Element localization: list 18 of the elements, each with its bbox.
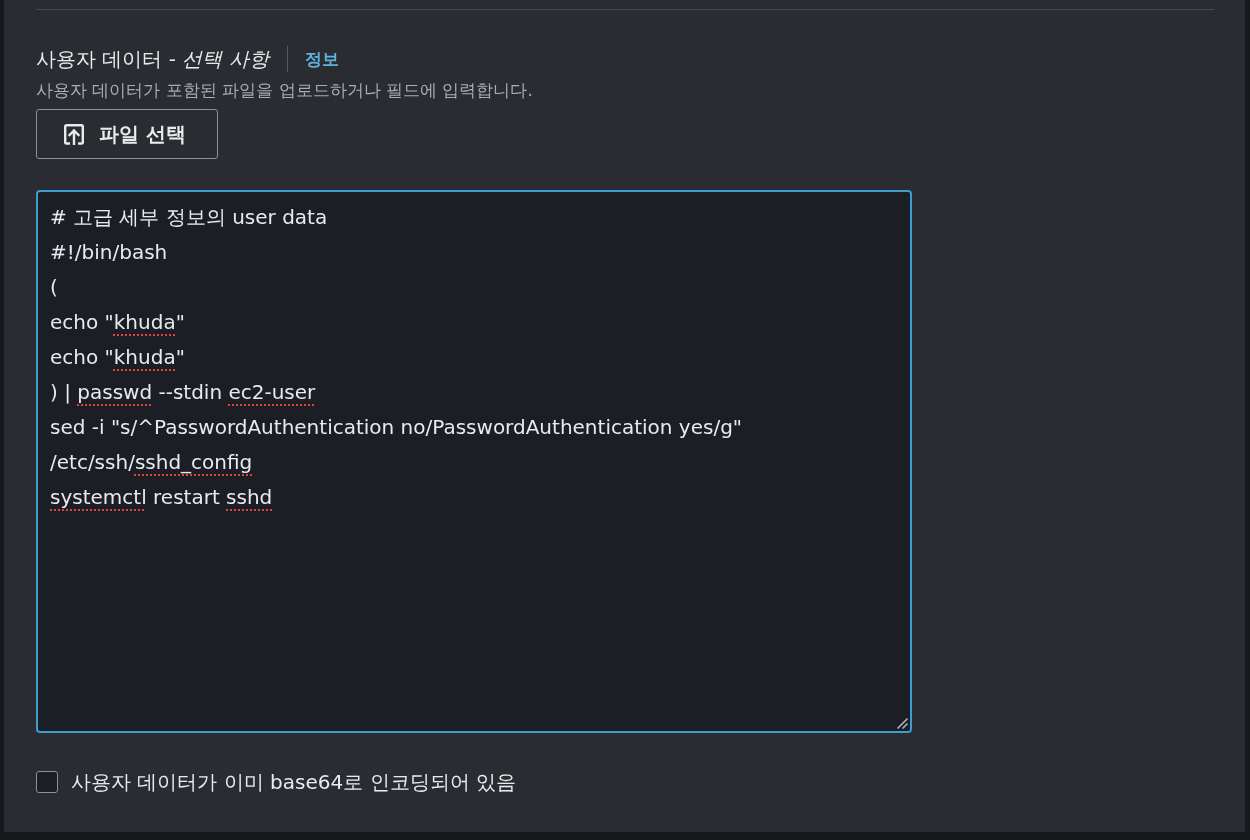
checkbox-label: 사용자 데이터가 이미 base64로 인코딩되어 있음 — [71, 770, 516, 794]
choose-file-button[interactable]: 파일 선택 — [36, 109, 218, 159]
info-link[interactable]: 정보 — [304, 47, 339, 71]
code-line: /etc/ssh/sshd_config — [50, 449, 254, 476]
code-line: systemctl restart sshd — [50, 484, 274, 511]
user-data-textarea[interactable]: # 고급 세부 정보의 user data #!/bin/bash ( echo "khuda" echo "khuda" ) | passwd --stdin ec2-user sed -i "s/^PasswordAuthentication no/PasswordAuthentication yes/g" /etc/ssh/sshd_config systemctl restart sshd — [36, 190, 912, 733]
code-line: echo "khuda" — [50, 309, 186, 336]
field-label: 사용자 데이터 - 선택 사항 — [36, 47, 269, 71]
field-description: 사용자 데이터가 포함된 파일을 업로드하거나 필드에 입력합니다. — [36, 79, 534, 101]
code-line: sed -i "s/^PasswordAuthentication no/PasswordAuthentication yes/g" — [50, 414, 744, 441]
checkbox[interactable] — [36, 771, 58, 793]
code-line: ) | passwd --stdin ec2-user — [50, 379, 317, 406]
resize-handle-icon[interactable] — [896, 717, 908, 729]
code-line: #!/bin/bash — [50, 239, 169, 266]
code-line: echo "khuda" — [50, 344, 186, 371]
code-line: ( — [50, 274, 59, 301]
upload-icon — [64, 123, 84, 145]
code-line: # 고급 세부 정보의 user data — [50, 204, 329, 231]
